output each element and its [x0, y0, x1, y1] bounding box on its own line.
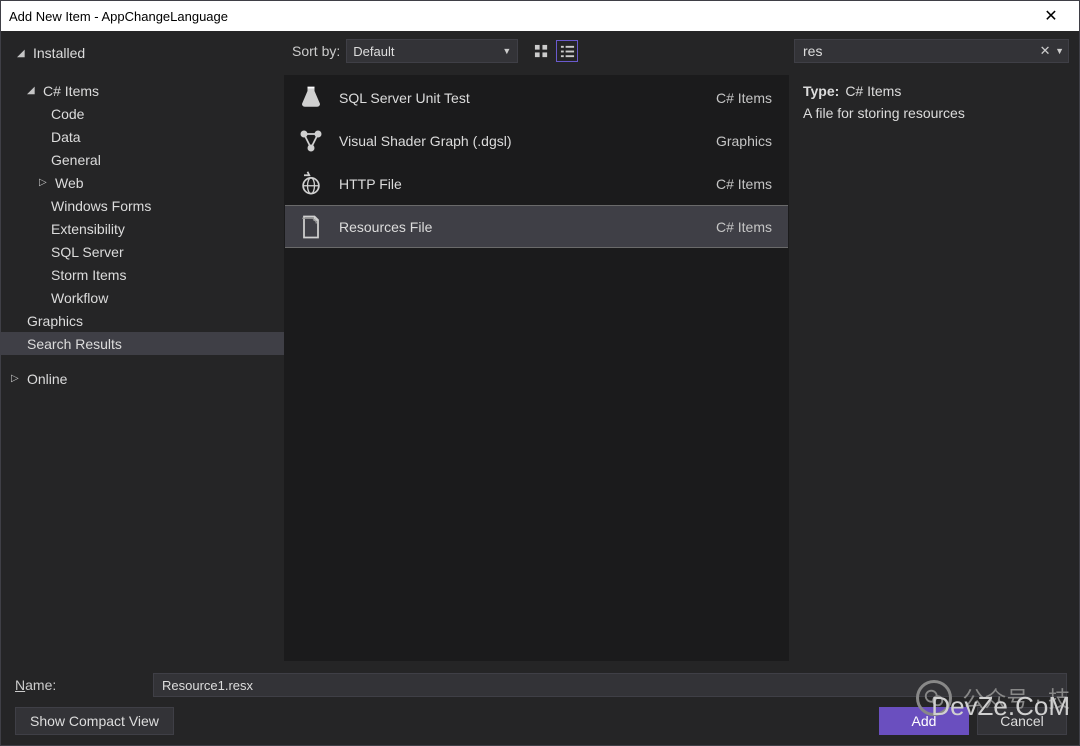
- tree-node-storm[interactable]: Storm Items: [1, 263, 284, 286]
- tree-node-csitems[interactable]: ◢ C# Items: [1, 79, 284, 102]
- bottom-bar: Name: Show Compact View Add Cancel: [1, 665, 1079, 745]
- search-input[interactable]: ✕ ▼: [794, 39, 1069, 63]
- chevron-right-icon: ▷: [11, 373, 23, 384]
- globe-icon: [297, 170, 325, 198]
- sort-by-label: Sort by:: [292, 43, 340, 59]
- template-list: SQL Server Unit Test C# Items Visual Sha…: [284, 75, 789, 661]
- type-value: C# Items: [845, 83, 901, 99]
- tree-node-data[interactable]: Data: [1, 125, 284, 148]
- tree-node-winforms[interactable]: Windows Forms: [1, 194, 284, 217]
- filename-input[interactable]: [153, 673, 1067, 697]
- left-tree-panel: ◢ Installed: [7, 38, 284, 65]
- tree-label: Code: [51, 106, 84, 122]
- tree-label: Extensibility: [51, 221, 125, 237]
- top-row: ◢ Installed Sort by: Default ▼: [1, 31, 1079, 71]
- tree-label: Search Results: [27, 336, 122, 352]
- grid-view-icon[interactable]: [530, 40, 552, 62]
- search-field[interactable]: [799, 43, 1037, 59]
- clear-search-icon[interactable]: ✕: [1037, 43, 1053, 59]
- item-name: Resources File: [339, 219, 702, 235]
- chevron-down-icon: ◢: [17, 48, 29, 59]
- item-name: HTTP File: [339, 176, 702, 192]
- compact-view-button[interactable]: Show Compact View: [15, 707, 174, 735]
- tree-label: Web: [55, 175, 84, 191]
- nodes-icon: [297, 127, 325, 155]
- name-label: Name:: [15, 677, 135, 693]
- tree-node-sqlserver[interactable]: SQL Server: [1, 240, 284, 263]
- chevron-down-icon: ◢: [27, 85, 39, 96]
- tree-node-graphics[interactable]: Graphics: [1, 309, 284, 332]
- tree-node-extensibility[interactable]: Extensibility: [1, 217, 284, 240]
- close-icon[interactable]: ✕: [1031, 2, 1071, 30]
- category-tree: ◢ Installed: [7, 42, 284, 65]
- tree-node-installed[interactable]: ◢ Installed: [7, 42, 284, 65]
- tree-label: Windows Forms: [51, 198, 151, 214]
- list-item[interactable]: SQL Server Unit Test C# Items: [285, 76, 788, 119]
- type-label: Type:: [803, 83, 839, 99]
- item-category: C# Items: [716, 90, 772, 106]
- tree-label: General: [51, 152, 101, 168]
- title-bar: Add New Item - AppChangeLanguage ✕: [1, 1, 1079, 31]
- tree-node-code[interactable]: Code: [1, 102, 284, 125]
- tree-node-search-results[interactable]: Search Results: [1, 332, 284, 355]
- tree-label: SQL Server: [51, 244, 124, 260]
- tree-label: C# Items: [43, 83, 99, 99]
- list-view-icon[interactable]: [556, 40, 578, 62]
- item-name: Visual Shader Graph (.dgsl): [339, 133, 702, 149]
- tree-label: Installed: [33, 45, 85, 61]
- description-text: A file for storing resources: [803, 105, 1059, 121]
- tree-label: Graphics: [27, 313, 83, 329]
- sort-combo[interactable]: Default ▼: [346, 39, 518, 63]
- chevron-right-icon: ▷: [39, 177, 51, 188]
- sort-value: Default: [353, 44, 394, 59]
- item-category: C# Items: [716, 219, 772, 235]
- flask-icon: [297, 84, 325, 112]
- dialog-content: ◢ Installed Sort by: Default ▼: [1, 31, 1079, 745]
- list-item[interactable]: Resources File C# Items: [285, 205, 788, 248]
- item-category: C# Items: [716, 176, 772, 192]
- tree-label: Storm Items: [51, 267, 126, 283]
- chevron-down-icon: ▼: [502, 46, 511, 56]
- add-button[interactable]: Add: [879, 707, 969, 735]
- tree-node-online[interactable]: ▷ Online: [1, 367, 284, 390]
- dialog-window: Add New Item - AppChangeLanguage ✕ ◢ Ins…: [0, 0, 1080, 746]
- window-title: Add New Item - AppChangeLanguage: [9, 9, 1031, 24]
- tree-node-general[interactable]: General: [1, 148, 284, 171]
- view-toggle: [530, 40, 578, 62]
- list-item[interactable]: Visual Shader Graph (.dgsl) Graphics: [285, 119, 788, 162]
- tree-label: Workflow: [51, 290, 108, 306]
- list-item[interactable]: HTTP File C# Items: [285, 162, 788, 205]
- cancel-button[interactable]: Cancel: [977, 707, 1067, 735]
- item-category: Graphics: [716, 133, 772, 149]
- tree-label: Data: [51, 129, 81, 145]
- main-area: ◢ C# Items Code Data General ▷ Web Window…: [1, 71, 1079, 665]
- document-icon: [297, 213, 325, 241]
- sort-bar: Sort by: Default ▼: [292, 37, 786, 65]
- item-name: SQL Server Unit Test: [339, 90, 702, 106]
- chevron-down-icon[interactable]: ▼: [1055, 46, 1064, 56]
- tree-node-workflow[interactable]: Workflow: [1, 286, 284, 309]
- tree-node-web[interactable]: ▷ Web: [1, 171, 284, 194]
- tree-label: Online: [27, 371, 67, 387]
- tree-continued: ◢ C# Items Code Data General ▷ Web Window…: [1, 75, 284, 661]
- details-panel: Type: C# Items A file for storing resour…: [789, 75, 1073, 661]
